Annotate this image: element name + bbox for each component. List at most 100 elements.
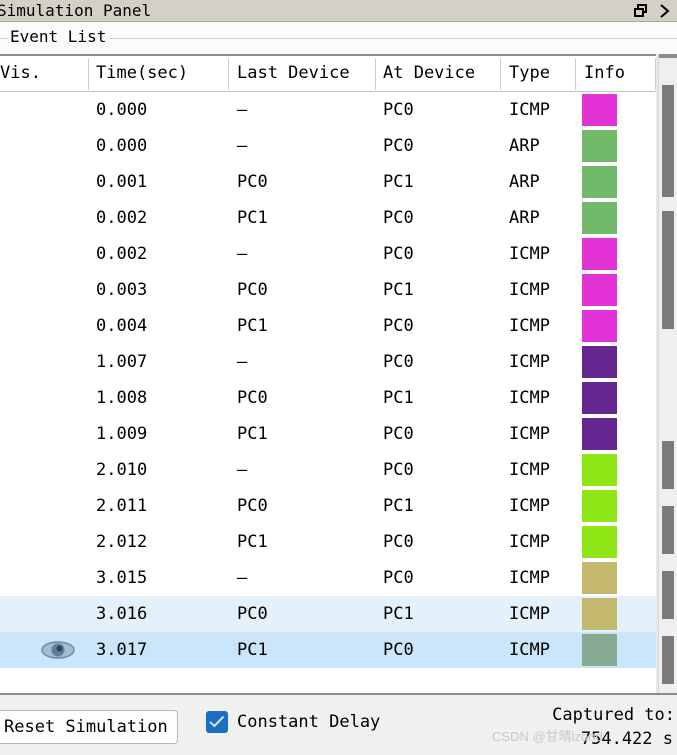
info-color-swatch	[582, 562, 617, 594]
table-cell-last-device: PC1	[237, 208, 268, 228]
table-cell-last-device: PC0	[237, 604, 268, 624]
table-cell-at-device: PC0	[383, 424, 414, 444]
table-cell-time: 0.002	[96, 208, 148, 228]
column-divider[interactable]	[88, 58, 89, 90]
table-row[interactable]: 0.004 PC1 PC0 ICMP	[0, 308, 658, 344]
table-cell-at-device: PC1	[383, 172, 414, 192]
captured-to-value: 754.422 s	[580, 729, 673, 749]
table-cell-at-device: PC0	[383, 352, 414, 372]
table-row[interactable]: 2.010 — PC0 ICMP	[0, 452, 658, 488]
table-cell-at-device: PC0	[383, 640, 414, 660]
table-cell-last-device: PC0	[237, 280, 268, 300]
table-cell-time: 1.009	[96, 424, 148, 444]
table-cell-time: 1.007	[96, 352, 148, 372]
table-cell-type: ICMP	[509, 460, 550, 480]
table-row[interactable]: 0.002 PC1 PC0 ARP	[0, 200, 658, 236]
info-color-swatch	[582, 94, 617, 126]
table-row[interactable]: 3.017 PC1 PC0 ICMP	[0, 632, 658, 668]
scrollbar-thumb[interactable]	[662, 636, 674, 684]
scrollbar-thumb[interactable]	[662, 441, 674, 489]
table-cell-time: 2.010	[96, 460, 148, 480]
vertical-scrollbar[interactable]	[658, 54, 677, 693]
table-cell-last-device: —	[237, 100, 248, 120]
column-divider[interactable]	[575, 58, 576, 90]
table-cell-last-device: PC0	[237, 172, 268, 192]
column-header-info[interactable]: Info	[584, 56, 654, 91]
table-cell-at-device: PC0	[383, 568, 414, 588]
scrollbar-thumb[interactable]	[662, 506, 674, 554]
info-color-swatch	[582, 238, 617, 270]
reset-simulation-button[interactable]: Reset Simulation	[0, 710, 178, 744]
event-list-table: Vis. Time(sec) Last Device At Device Typ…	[0, 54, 677, 693]
table-row[interactable]: 3.016 PC0 PC1 ICMP	[0, 596, 658, 632]
table-row[interactable]: 0.000 — PC0 ARP	[0, 128, 658, 164]
table-row[interactable]: 1.008 PC0 PC1 ICMP	[0, 380, 658, 416]
table-row[interactable]: 0.003 PC0 PC1 ICMP	[0, 272, 658, 308]
table-cell-at-device: PC0	[383, 208, 414, 228]
table-row[interactable]: 2.012 PC1 PC0 ICMP	[0, 524, 658, 560]
info-color-swatch	[582, 166, 617, 198]
close-window-icon[interactable]	[659, 3, 675, 19]
captured-to-display: Captured to: 754.422 s	[552, 703, 675, 751]
table-cell-at-device: PC0	[383, 460, 414, 480]
table-row[interactable]: 1.007 — PC0 ICMP	[0, 344, 658, 380]
table-cell-last-device: —	[237, 244, 248, 264]
bottom-toolbar: Reset Simulation Constant Delay Captured…	[0, 693, 677, 755]
table-cell-type: ICMP	[509, 280, 550, 300]
table-row[interactable]: 0.000 — PC0 ICMP	[0, 92, 658, 128]
scrollbar-thumb[interactable]	[662, 211, 674, 329]
info-color-swatch	[582, 490, 617, 522]
info-color-swatch	[582, 634, 617, 666]
scrollbar-thumb[interactable]	[662, 571, 674, 619]
event-list-title: Event List	[8, 27, 111, 46]
column-header-time[interactable]: Time(sec)	[96, 56, 226, 91]
table-cell-time: 0.002	[96, 244, 148, 264]
info-color-swatch	[582, 274, 617, 306]
table-cell-time: 3.015	[96, 568, 148, 588]
column-divider[interactable]	[500, 58, 501, 90]
scrollbar-thumb[interactable]	[662, 85, 674, 197]
table-cell-last-device: —	[237, 352, 248, 372]
table-cell-type: ICMP	[509, 532, 550, 552]
table-cell-time: 0.003	[96, 280, 148, 300]
table-cell-last-device: PC1	[237, 532, 268, 552]
eye-icon[interactable]	[40, 640, 76, 660]
table-cell-last-device: PC0	[237, 388, 268, 408]
table-cell-last-device: —	[237, 136, 248, 156]
column-header-last-device[interactable]: Last Device	[237, 56, 375, 91]
table-cell-last-device: —	[237, 568, 248, 588]
table-cell-time: 3.017	[96, 640, 148, 660]
table-row[interactable]: 1.009 PC1 PC0 ICMP	[0, 416, 658, 452]
table-cell-at-device: PC0	[383, 316, 414, 336]
table-cell-last-device: —	[237, 460, 248, 480]
table-row[interactable]: 3.015 — PC0 ICMP	[0, 560, 658, 596]
table-row[interactable]: 2.011 PC0 PC1 ICMP	[0, 488, 658, 524]
column-divider[interactable]	[228, 58, 229, 90]
info-color-swatch	[582, 418, 617, 450]
table-cell-last-device: PC1	[237, 316, 268, 336]
table-cell-at-device: PC1	[383, 604, 414, 624]
table-cell-time: 2.012	[96, 532, 148, 552]
constant-delay-label: Constant Delay	[237, 712, 381, 732]
table-cell-at-device: PC0	[383, 532, 414, 552]
event-list-title-row: Event List	[0, 23, 677, 55]
column-header-vis[interactable]: Vis.	[0, 56, 88, 91]
table-cell-at-device: PC1	[383, 388, 414, 408]
table-cell-at-device: PC1	[383, 496, 414, 516]
table-cell-type: ICMP	[509, 424, 550, 444]
column-divider[interactable]	[375, 58, 376, 90]
table-row[interactable]: 0.002 — PC0 ICMP	[0, 236, 658, 272]
constant-delay-checkbox[interactable]	[206, 711, 228, 733]
info-color-swatch	[582, 382, 617, 414]
column-header-at-device[interactable]: At Device	[383, 56, 499, 91]
restore-window-icon[interactable]	[633, 3, 649, 19]
table-cell-time: 0.000	[96, 100, 148, 120]
constant-delay-checkbox-group[interactable]: Constant Delay	[206, 711, 380, 733]
captured-to-label: Captured to:	[552, 705, 675, 725]
table-cell-type: ICMP	[509, 496, 550, 516]
table-cell-at-device: PC0	[383, 100, 414, 120]
table-cell-at-device: PC0	[383, 136, 414, 156]
table-cell-type: ICMP	[509, 100, 550, 120]
table-row[interactable]: 0.001 PC0 PC1 ARP	[0, 164, 658, 200]
column-header-type[interactable]: Type	[509, 56, 574, 91]
